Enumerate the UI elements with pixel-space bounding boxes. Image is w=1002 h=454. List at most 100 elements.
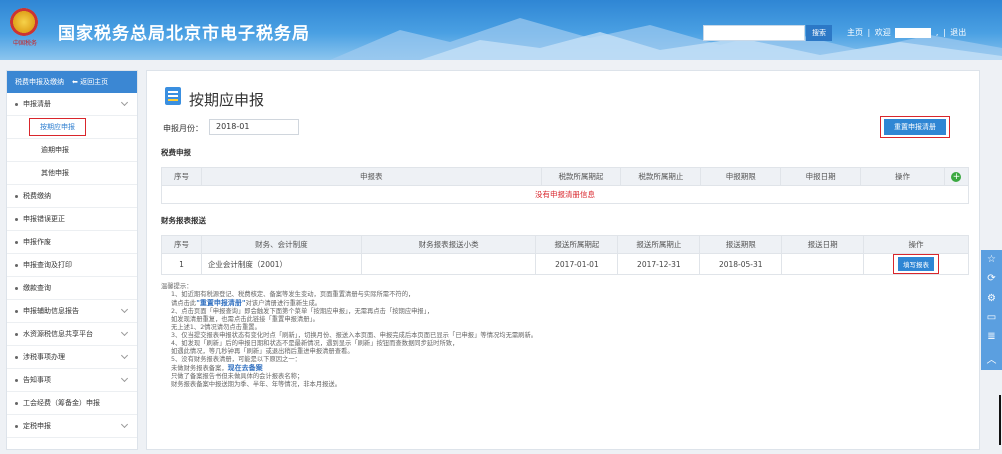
sidebar-item-query-print[interactable]: 申报查询及打印 — [7, 254, 137, 277]
up-icon[interactable]: ︿ — [987, 351, 997, 366]
menu-icon[interactable]: ≣ — [987, 331, 995, 342]
site-title: 国家税务总局北京市电子税务局 — [58, 24, 310, 44]
tip-line: 如遇此情况，等几秒钟再「刷新」或退出稍后重进申报清册查看。 — [171, 348, 354, 355]
bullet-icon — [15, 424, 18, 428]
sidebar-subitem-label: 按期应申报 — [29, 118, 86, 136]
section-title-financial: 财务报表报送 — [161, 216, 206, 225]
tip-text: 请点击此 — [171, 300, 197, 307]
tip-text: 对该户清册进行重新生成。 — [245, 300, 322, 307]
sidebar-item-payment[interactable]: 税费缴纳 — [7, 185, 137, 208]
sidebar: 税费申报及缴纳 ⬅ 返回主页 申报清册 按期应申报 逾期申报 其他申报 税费缴纳… — [6, 70, 138, 450]
period-end: 2017-12-31 — [617, 253, 701, 275]
document-icon — [165, 87, 181, 105]
sidebar-subitem-periodic[interactable]: 按期应申报 — [7, 116, 137, 139]
sidebar-item-label: 申报查询及打印 — [23, 261, 72, 269]
emblem-caption: 中国税务 — [12, 40, 37, 47]
tip-line: 只做了备案报告书但未做具体的会计报表名称； — [171, 373, 304, 380]
bullet-icon — [15, 263, 18, 267]
bullet-icon — [15, 102, 18, 106]
table-row: 1 企业会计制度（2001） 2017-01-01 2017-12-31 201… — [161, 253, 969, 275]
column-header: 税款所属期起 — [540, 167, 622, 186]
settings-icon[interactable]: ⚙ — [987, 293, 996, 304]
sidebar-item-payment-query[interactable]: 缴款查询 — [7, 277, 137, 300]
sidebar-item-label: 水资源税信息共享平台 — [23, 330, 93, 338]
chevron-down-icon — [120, 420, 129, 429]
column-header: 报送所属期起 — [535, 235, 619, 254]
tip-line: 如发现清册重复，也需点击此链接「重置申报清册」。 — [171, 316, 319, 323]
reset-list-link[interactable]: "重置申报清册" — [196, 299, 245, 307]
tip-line: 4、如发现「刷新」后的申报日期和状态不是最新情况，遇到显示「刷新」按钮而查数据同… — [171, 340, 459, 347]
accounting-system: 企业会计制度（2001） — [200, 253, 362, 275]
sidebar-item-label: 缴款查询 — [23, 284, 51, 292]
back-home-link[interactable]: ⬅ 返回主页 — [72, 77, 108, 87]
home-link[interactable]: 主页 — [847, 28, 863, 37]
tip-line: 无上述1、2情况请勿点击重置。 — [171, 324, 261, 331]
go-filing-link[interactable]: 现在去备案 — [228, 364, 263, 372]
fill-report-button[interactable]: 填写报表 — [898, 257, 935, 271]
sidebar-item-label: 工会经费（筹备金）申报 — [23, 399, 100, 407]
logout-link[interactable]: 退出 — [950, 28, 966, 37]
sidebar-subitem-other[interactable]: 其他申报 — [7, 162, 137, 185]
chevron-down-icon — [120, 98, 129, 107]
tip-line: 请点击此"重置申报清册"对该户清册进行重新生成。 — [161, 299, 801, 308]
row-number: 1 — [161, 253, 202, 275]
sidebar-item-tax-matters[interactable]: 涉税事项办理 — [7, 346, 137, 369]
sidebar-item-aux-report[interactable]: 申报辅助信息报告 — [7, 300, 137, 323]
column-header: 报送所属期止 — [617, 235, 701, 254]
search-input[interactable] — [703, 25, 805, 41]
bullet-icon — [15, 194, 18, 198]
chat-icon[interactable]: ▭ — [987, 312, 996, 323]
column-header: 财务报表报送小类 — [360, 235, 537, 254]
sidebar-header: 税费申报及缴纳 ⬅ 返回主页 — [7, 71, 137, 93]
username-redacted — [895, 27, 932, 38]
sidebar-item-union-fee[interactable]: 工会经费（筹备金）申报 — [7, 392, 137, 415]
column-header: 申报期限 — [700, 167, 782, 186]
page-title: 按期应申报 — [189, 91, 265, 109]
main-panel: 按期应申报 申报月份： 2018-01 重置申报清册 税费申报 序号 申报表 税… — [146, 70, 980, 450]
bullet-icon — [15, 217, 18, 221]
table-header-row: 序号 财务、会计制度 财务报表报送小类 报送所属期起 报送所属期止 报送期限 报… — [161, 235, 969, 254]
period-input[interactable]: 2018-01 — [209, 119, 299, 135]
sidebar-subitem-overdue[interactable]: 逾期申报 — [7, 139, 137, 162]
period-label: 申报月份： — [163, 124, 203, 133]
column-header: 序号 — [161, 167, 202, 186]
section-title-tax: 税费申报 — [161, 148, 191, 157]
column-header: 税款所属期止 — [620, 167, 702, 186]
search-button[interactable]: 搜索 — [806, 25, 832, 41]
chevron-down-icon — [120, 305, 129, 314]
tip-text: 未做财务报表备案， — [171, 365, 228, 372]
sidebar-item-label: 定税申报 — [23, 422, 51, 430]
back-arrow-icon: ⬅ — [72, 78, 78, 86]
bullet-icon — [15, 401, 18, 405]
chevron-down-icon — [120, 351, 129, 360]
tips-title: 温馨提示： — [161, 283, 193, 290]
column-header: 操作 — [860, 167, 945, 186]
star-icon[interactable]: ☆ — [987, 254, 996, 265]
tax-declaration-table: 序号 申报表 税款所属期起 税款所属期止 申报期限 申报日期 操作 + 没有申报… — [161, 167, 970, 204]
sidebar-item-water-tax[interactable]: 水资源税信息共享平台 — [7, 323, 137, 346]
sidebar-item-declaration-list[interactable]: 申报清册 — [7, 93, 137, 116]
report-subtype — [360, 253, 537, 275]
add-column: + — [943, 167, 970, 186]
column-header: 申报日期 — [780, 167, 862, 186]
back-home-label: 返回主页 — [80, 78, 109, 86]
financial-report-table: 序号 财务、会计制度 财务报表报送小类 报送所属期起 报送所属期止 报送期限 报… — [161, 235, 969, 275]
bullet-icon — [15, 378, 18, 382]
tip-line: 1、如近期有税源登记、税费核定、备案等发生变动，页面重置清册与实际所需不符的， — [171, 291, 415, 298]
welcome-text: 欢迎 — [874, 28, 891, 37]
share-icon[interactable]: ⟳ — [987, 273, 995, 284]
tip-line: 3、仅当提交报表申报状态有变化时点「刷新」，切换月份、报送入本页面、申报完成后本… — [171, 332, 538, 339]
sidebar-item-correction[interactable]: 申报错误更正 — [7, 208, 137, 231]
column-header: 序号 — [161, 235, 202, 254]
tip-line: 财务报表备案中报送期为季、半年、年等情况，非本月报送。 — [171, 381, 342, 388]
refresh-add-icon[interactable]: + — [951, 171, 962, 182]
chevron-down-icon — [120, 328, 129, 337]
table-header-row: 序号 申报表 税款所属期起 税款所属期止 申报期限 申报日期 操作 + — [161, 167, 970, 186]
reset-list-button[interactable]: 重置申报清册 — [884, 119, 946, 135]
sidebar-item-void[interactable]: 申报作废 — [7, 231, 137, 254]
bullet-icon — [15, 309, 18, 313]
sidebar-item-fixed-tax[interactable]: 定税申报 — [7, 415, 137, 438]
deadline: 2018-05-31 — [699, 253, 783, 275]
sidebar-item-label: 申报作废 — [23, 238, 51, 246]
sidebar-item-notices[interactable]: 告知事项 — [7, 369, 137, 392]
